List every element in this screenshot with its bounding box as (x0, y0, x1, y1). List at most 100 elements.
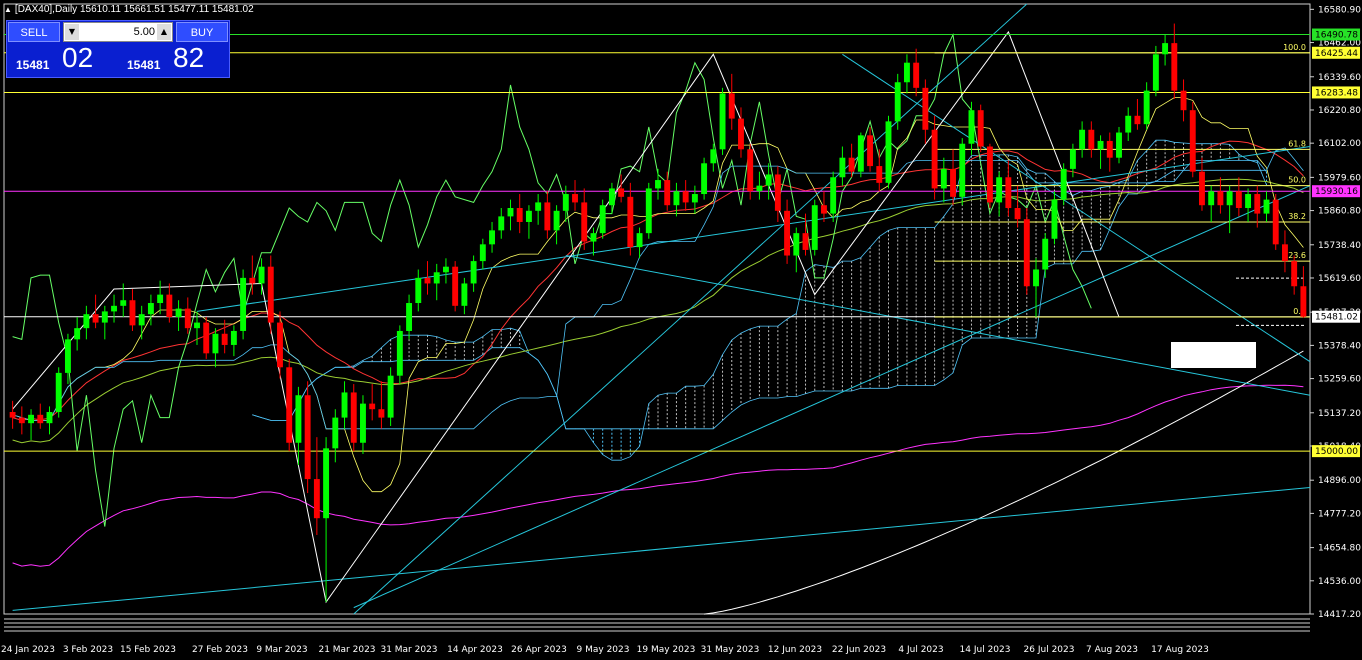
candle-body (267, 266, 274, 323)
buy-price-quote[interactable]: 15481 82 (119, 42, 227, 76)
candle-body (1042, 238, 1049, 270)
candle-body (950, 168, 956, 197)
candle-body (1152, 54, 1159, 91)
x-axis-label: 26 Jul 2023 (1024, 645, 1075, 655)
buy-price-prefix: 15481 (127, 58, 161, 72)
candle-body (1300, 286, 1307, 317)
candle-body (332, 417, 339, 449)
one-click-trading-panel: SELL ▼ ▲ BUY 15481 02 15481 82 (6, 20, 230, 78)
x-axis-label: 22 Jun 2023 (832, 645, 886, 655)
candle-body (562, 194, 569, 211)
collapse-triangle-icon[interactable]: ▲ (4, 5, 12, 14)
candle-body (378, 409, 385, 418)
candle-body (1079, 129, 1086, 150)
candle-body (784, 210, 791, 256)
candle-body (1051, 199, 1058, 239)
candle-body (765, 174, 772, 186)
candle-body (1208, 191, 1215, 206)
moving-average-white (704, 350, 1304, 615)
candle-body (194, 322, 200, 329)
candle-body (369, 403, 376, 410)
lot-decrease-icon[interactable]: ▼ (65, 24, 79, 40)
candle-body (240, 277, 247, 331)
candle-body (286, 367, 293, 443)
sell-price-pips: 02 (62, 42, 94, 73)
candle-body (793, 233, 800, 256)
blank-label-box (1171, 342, 1256, 368)
candle-body (1106, 140, 1113, 158)
candle-body (959, 143, 966, 197)
candle-body (1143, 90, 1150, 125)
y-tick-label: 16339.60 (1318, 73, 1361, 83)
candle-body (138, 314, 145, 326)
buy-button[interactable]: BUY (176, 22, 228, 42)
candle-body (1263, 199, 1270, 214)
candle-body (940, 168, 947, 189)
chikou-span (12, 32, 1092, 527)
candle-body (498, 216, 505, 231)
x-axis-label: 12 Jun 2023 (768, 645, 822, 655)
sell-price-quote[interactable]: 15481 02 (8, 42, 116, 76)
candle-body (277, 322, 283, 368)
candle-body (1023, 219, 1030, 287)
price-level-label: 16283.48 (1315, 88, 1358, 98)
candle-body (120, 300, 127, 306)
candle-body (581, 202, 588, 242)
y-tick-label: 15259.60 (1318, 375, 1361, 385)
candles (9, 23, 1307, 603)
candle-body (977, 110, 984, 147)
candle-body (470, 261, 477, 284)
y-tick-label: 15860.80 (1318, 207, 1361, 217)
candle-body (968, 110, 975, 144)
sell-button[interactable]: SELL (8, 22, 60, 42)
candle-body (350, 392, 357, 443)
candle-body (313, 479, 320, 519)
candle-body (645, 188, 652, 234)
lot-size-input[interactable] (81, 24, 155, 40)
y-tick-label: 14536.00 (1318, 577, 1361, 587)
candle-body (1005, 177, 1012, 209)
buy-price-pips: 82 (173, 42, 205, 73)
trend-line (12, 486, 1311, 611)
candle-body (212, 333, 219, 354)
lot-size-control: ▼ ▲ (63, 22, 173, 42)
candle-body (92, 314, 99, 323)
candle-body (802, 233, 809, 250)
candle-body (37, 414, 44, 424)
candle-body (83, 314, 90, 329)
y-tick-label: 14896.00 (1318, 476, 1361, 486)
candle-body (406, 303, 413, 331)
candle-body (1254, 194, 1261, 214)
fibonacci-label: 38.2 (1288, 212, 1306, 221)
candle-body (885, 121, 892, 183)
x-axis-label: 3 Feb 2023 (63, 645, 113, 655)
candle-body (1199, 171, 1205, 206)
chart-header: ▲ [DAX40],Daily 15610.11 15661.51 15477.1… (4, 4, 254, 15)
candle-body (1245, 194, 1252, 209)
lot-increase-icon[interactable]: ▲ (157, 24, 171, 40)
candle-body (1171, 43, 1178, 91)
candle-body (415, 277, 422, 304)
candle-body (839, 157, 846, 178)
candle-body (719, 93, 726, 150)
candle-body (442, 266, 449, 273)
candle-body (1014, 208, 1021, 220)
price-level-label: 16490.78 (1315, 31, 1358, 41)
candle-body (1180, 90, 1187, 111)
candle-body (18, 417, 25, 424)
senkou-span-b (252, 160, 1267, 430)
y-tick-label: 15738.40 (1318, 241, 1361, 251)
candle-body (64, 339, 71, 373)
candle-body (691, 194, 698, 203)
candle-body (903, 62, 910, 83)
price-chart[interactable]: 100.061.850.038.223.60.016580.9016462.00… (0, 0, 1362, 660)
x-axis-label: 15 Feb 2023 (120, 645, 176, 655)
x-axis-label: 21 Mar 2023 (318, 645, 375, 655)
candle-body (673, 191, 680, 206)
candle-body (830, 177, 837, 214)
candle-body (1226, 191, 1233, 206)
price-level-label: 16425.44 (1315, 49, 1358, 59)
candle-body (111, 305, 117, 312)
candle-body (1134, 115, 1141, 125)
candle-body (1069, 149, 1076, 169)
